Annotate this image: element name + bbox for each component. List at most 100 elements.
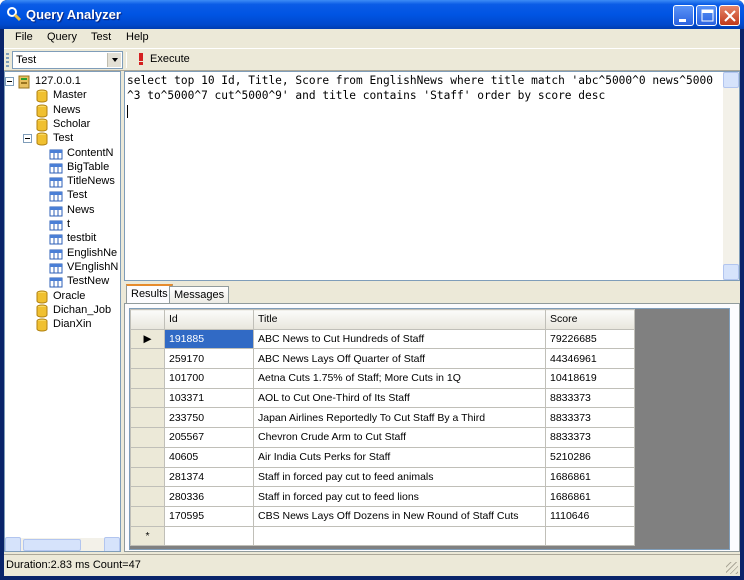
column-header-id[interactable]: Id [164, 309, 254, 330]
score-cell[interactable]: 1686861 [545, 466, 635, 488]
row-header[interactable] [130, 387, 165, 409]
scroll-up-icon[interactable] [723, 72, 739, 88]
table-row[interactable]: ▶ 191885 ABC News to Cut Hundreds of Staff… [130, 328, 635, 350]
tree-node[interactable]: 127.0.0.1 [5, 75, 120, 89]
query-editor[interactable]: select top 10 Id, Title, Score from Engl… [124, 71, 740, 281]
empty-cell[interactable] [164, 525, 254, 547]
row-header[interactable]: ▶ [130, 328, 165, 350]
dropdown-arrow-icon[interactable] [107, 53, 121, 67]
title-cell[interactable]: Aetna Cuts 1.75% of Staff; More Cuts in … [253, 368, 546, 389]
score-cell[interactable]: 5210286 [545, 446, 635, 468]
row-header[interactable] [130, 466, 165, 488]
title-cell[interactable]: Air India Cuts Perks for Staff [253, 446, 546, 468]
menu-file[interactable]: File [15, 31, 33, 43]
table-row[interactable]: 233750 Japan Airlines Reportedly To Cut S… [130, 407, 635, 429]
table-row[interactable]: 280336 Staff in forced pay cut to feed li… [130, 486, 635, 507]
tree-node[interactable]: EnglishNe [5, 247, 120, 261]
scroll-down-icon[interactable] [723, 264, 739, 280]
id-cell[interactable]: 259170 [164, 348, 254, 370]
tree-node[interactable]: Scholar [5, 118, 120, 132]
title-bar[interactable]: Query Analyzer [0, 0, 744, 29]
score-cell[interactable]: 8833373 [545, 407, 635, 429]
query-text[interactable]: select top 10 Id, Title, Score from Engl… [127, 73, 717, 118]
table-row[interactable]: 170595 CBS News Lays Off Dozens in New Ro… [130, 505, 635, 527]
id-cell[interactable]: 40605 [164, 446, 254, 468]
column-header-title[interactable]: Title [253, 309, 546, 330]
id-cell[interactable]: 170595 [164, 505, 254, 527]
object-tree[interactable]: 127.0.0.1 Master News Scholar Test ContentN Bi… [4, 71, 121, 552]
tab-messages[interactable]: Messages [169, 286, 230, 303]
tree-node[interactable]: BigTable [5, 161, 120, 175]
tree-node[interactable]: Master [5, 89, 120, 103]
title-cell[interactable]: ABC News to Cut Hundreds of Staff [253, 328, 546, 350]
empty-cell[interactable] [253, 525, 546, 547]
tree-node[interactable]: TitleNews [5, 175, 120, 189]
tree-node[interactable]: ContentN [5, 147, 120, 161]
scroll-right-icon[interactable] [104, 537, 120, 551]
score-cell[interactable]: 1110646 [545, 505, 635, 527]
table-row[interactable]: 101700 Aetna Cuts 1.75% of Staff; More Cu… [130, 368, 635, 389]
id-cell[interactable]: 280336 [164, 486, 254, 507]
scroll-left-icon[interactable] [5, 537, 21, 551]
title-cell[interactable]: AOL to Cut One-Third of Its Staff [253, 387, 546, 409]
tree-node[interactable]: DianXin [5, 318, 120, 332]
id-cell[interactable]: 103371 [164, 387, 254, 409]
tree-node[interactable]: TestNew [5, 275, 120, 289]
title-cell[interactable]: Chevron Crude Arm to Cut Staff [253, 427, 546, 448]
close-button[interactable] [719, 5, 740, 26]
title-cell[interactable]: Japan Airlines Reportedly To Cut Staff B… [253, 407, 546, 429]
tab-results[interactable]: Results [126, 284, 173, 304]
tree-node[interactable]: News [5, 104, 120, 118]
tree-node[interactable]: Test [5, 189, 120, 203]
title-cell[interactable]: CBS News Lays Off Dozens in New Round of… [253, 505, 546, 527]
title-cell[interactable]: Staff in forced pay cut to feed animals [253, 466, 546, 488]
score-cell[interactable]: 8833373 [545, 387, 635, 409]
table-row[interactable]: 103371 AOL to Cut One-Third of Its Staff 8… [130, 387, 635, 409]
id-cell[interactable]: 233750 [164, 407, 254, 429]
score-cell[interactable]: 10418619 [545, 368, 635, 389]
collapse-icon[interactable] [23, 134, 32, 144]
editor-vertical-scrollbar[interactable] [723, 72, 739, 280]
collapse-icon[interactable] [5, 77, 14, 86]
execute-button[interactable]: Execute [132, 51, 192, 69]
menu-query[interactable]: Query [47, 31, 77, 43]
tree-node[interactable]: Dichan_Job [5, 304, 120, 318]
row-header[interactable] [130, 368, 165, 389]
score-cell[interactable]: 44346961 [545, 348, 635, 370]
tree-horizontal-scrollbar[interactable] [5, 537, 120, 551]
row-header[interactable] [130, 348, 165, 370]
new-row[interactable]: * [130, 525, 635, 547]
table-row[interactable]: 281374 Staff in forced pay cut to feed an… [130, 466, 635, 488]
row-header[interactable] [130, 486, 165, 507]
tree-node[interactable]: Test [5, 132, 120, 146]
id-cell[interactable]: 205567 [164, 427, 254, 448]
table-row[interactable]: 205567 Chevron Crude Arm to Cut Staff 8833… [130, 427, 635, 448]
table-row[interactable]: 259170 ABC News Lays Off Quarter of Staff… [130, 348, 635, 370]
score-cell[interactable]: 1686861 [545, 486, 635, 507]
scroll-thumb[interactable] [23, 539, 81, 551]
resize-grip-icon[interactable] [726, 562, 738, 574]
empty-cell[interactable] [545, 525, 635, 547]
id-cell[interactable]: 281374 [164, 466, 254, 488]
score-cell[interactable]: 8833373 [545, 427, 635, 448]
tree-node[interactable]: VEnglishN [5, 261, 120, 275]
maximize-button[interactable] [696, 5, 717, 26]
row-header[interactable] [130, 407, 165, 429]
tree-node[interactable]: testbit [5, 232, 120, 246]
menu-help[interactable]: Help [126, 31, 149, 43]
toolbar-grip[interactable] [6, 53, 9, 68]
table-row[interactable]: 40605 Air India Cuts Perks for Staff 52102… [130, 446, 635, 468]
tree-node[interactable]: News [5, 204, 120, 218]
minimize-button[interactable] [673, 5, 694, 26]
id-cell[interactable]: 191885 [164, 328, 254, 350]
tree-node[interactable]: Oracle [5, 290, 120, 304]
results-grid[interactable]: Id Title Score ▶ 191885 ABC News to Cut Hu… [129, 308, 730, 550]
id-cell[interactable]: 101700 [164, 368, 254, 389]
title-cell[interactable]: ABC News Lays Off Quarter of Staff [253, 348, 546, 370]
new-row-marker[interactable]: * [130, 525, 165, 547]
column-header-score[interactable]: Score [545, 309, 635, 330]
title-cell[interactable]: Staff in forced pay cut to feed lions [253, 486, 546, 507]
row-header[interactable] [130, 446, 165, 468]
row-header[interactable] [130, 427, 165, 448]
row-header[interactable] [130, 505, 165, 527]
